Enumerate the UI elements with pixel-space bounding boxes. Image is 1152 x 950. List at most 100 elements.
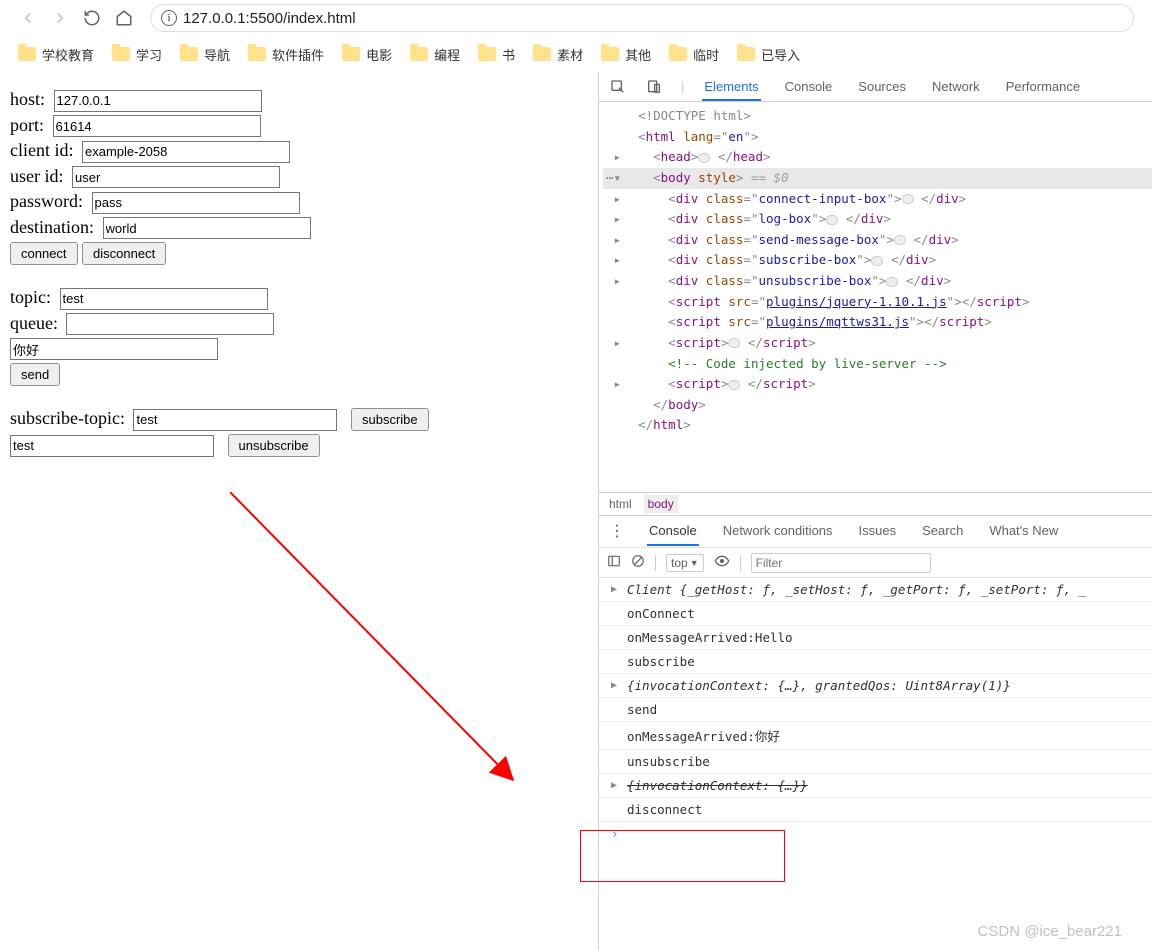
console-row[interactable]: subscribe	[599, 650, 1152, 674]
drawer-tab[interactable]: Issues	[857, 517, 899, 546]
devtools-tab[interactable]: Network	[930, 73, 982, 101]
console-row[interactable]: ▶{invocationContext: {…}}	[599, 774, 1152, 798]
folder-icon	[669, 47, 687, 61]
connect-button[interactable]: connect	[10, 242, 78, 265]
bookmark-label: 临时	[693, 45, 719, 64]
unsubscribe-button[interactable]: unsubscribe	[228, 434, 320, 457]
console-sidebar-toggle-icon[interactable]	[607, 554, 621, 571]
bookmark-label: 导航	[204, 45, 230, 64]
console-output[interactable]: ▶Client {_getHost: ƒ, _setHost: ƒ, _getP…	[599, 578, 1152, 950]
live-expression-icon[interactable]	[714, 553, 730, 572]
port-label: port:	[10, 115, 44, 135]
password-label: password:	[10, 191, 83, 211]
devtools-tabs: | ElementsConsoleSourcesNetworkPerforman…	[599, 72, 1152, 102]
topic-label: topic:	[10, 287, 51, 307]
bookmark-item[interactable]: 学校教育	[18, 45, 94, 64]
site-info-icon[interactable]: i	[161, 10, 177, 26]
userid-label: user id:	[10, 166, 64, 186]
topic-input[interactable]	[60, 288, 268, 310]
bookmark-label: 编程	[434, 45, 460, 64]
console-controls: top ▼	[599, 548, 1152, 578]
clientid-label: client id:	[10, 140, 73, 160]
bookmark-item[interactable]: 已导入	[737, 45, 800, 64]
console-row[interactable]: onMessageArrived:Hello	[599, 626, 1152, 650]
host-input[interactable]	[54, 90, 262, 112]
clear-console-icon[interactable]	[631, 554, 645, 571]
back-button[interactable]	[18, 8, 38, 28]
userid-input[interactable]	[72, 166, 280, 188]
bookmark-item[interactable]: 编程	[410, 45, 460, 64]
context-dropdown[interactable]: top ▼	[666, 554, 704, 572]
forward-button[interactable]	[50, 8, 70, 28]
devtools-tab[interactable]: Performance	[1004, 73, 1082, 101]
elements-panel[interactable]: <!DOCTYPE html> <html lang="en">▸ <head>…	[599, 102, 1152, 492]
devtools: | ElementsConsoleSourcesNetworkPerforman…	[598, 72, 1152, 950]
breadcrumb[interactable]: html body	[599, 492, 1152, 516]
folder-icon	[410, 47, 428, 61]
disconnect-button[interactable]: disconnect	[82, 242, 166, 265]
inspect-icon[interactable]	[609, 78, 627, 96]
bookmark-label: 电影	[366, 45, 392, 64]
bookmark-label: 书	[502, 45, 515, 64]
bookmarks-bar: 学校教育 学习 导航软件插件 电影 编程 书 素材其他 临时 已导入	[0, 36, 1152, 72]
destination-label: destination:	[10, 217, 94, 237]
password-input[interactable]	[92, 192, 300, 214]
device-toggle-icon[interactable]	[645, 78, 663, 96]
host-label: host:	[10, 89, 45, 109]
crumb-item[interactable]: html	[609, 497, 632, 511]
bookmark-item[interactable]: 书	[478, 45, 515, 64]
drawer-tab[interactable]: Network conditions	[721, 517, 835, 546]
console-row[interactable]: unsubscribe	[599, 750, 1152, 774]
bookmark-item[interactable]: 临时	[669, 45, 719, 64]
subtopic-input[interactable]	[133, 409, 337, 431]
annotation-arrow	[230, 492, 590, 792]
folder-icon	[112, 47, 130, 61]
console-row[interactable]: disconnect	[599, 798, 1152, 822]
folder-icon	[737, 47, 755, 61]
url-text: 127.0.0.1:5500/index.html	[183, 10, 1123, 27]
bookmark-item[interactable]: 电影	[342, 45, 392, 64]
address-bar[interactable]: i 127.0.0.1:5500/index.html	[150, 4, 1134, 32]
folder-icon	[533, 47, 551, 61]
bookmark-label: 学习	[136, 45, 162, 64]
queue-input[interactable]	[66, 313, 274, 335]
console-prompt[interactable]: ›	[599, 822, 1152, 845]
port-input[interactable]	[53, 115, 261, 137]
reload-button[interactable]	[82, 8, 102, 28]
bookmark-label: 学校教育	[42, 45, 94, 64]
devtools-tab[interactable]: Console	[783, 73, 835, 101]
crumb-item[interactable]: body	[644, 495, 678, 513]
devtools-tab[interactable]: Elements	[702, 73, 760, 101]
bookmark-item[interactable]: 导航	[180, 45, 230, 64]
console-row[interactable]: onConnect	[599, 602, 1152, 626]
send-button[interactable]: send	[10, 363, 60, 386]
browser-toolbar: i 127.0.0.1:5500/index.html	[0, 0, 1152, 36]
destination-input[interactable]	[103, 217, 311, 239]
bookmark-label: 已导入	[761, 45, 800, 64]
devtools-tab[interactable]: Sources	[856, 73, 908, 101]
folder-icon	[478, 47, 496, 61]
drawer-tab[interactable]: Search	[920, 517, 965, 546]
unsubtopic-input[interactable]	[10, 435, 214, 457]
console-row[interactable]: ▶{invocationContext: {…}, grantedQos: Ui…	[599, 674, 1152, 698]
message-input[interactable]	[10, 338, 218, 360]
watermark: CSDN @ice_bear221	[978, 923, 1122, 940]
drawer-tab[interactable]: Console	[647, 517, 699, 546]
console-row[interactable]: send	[599, 698, 1152, 722]
console-row[interactable]: ▶Client {_getHost: ƒ, _setHost: ƒ, _getP…	[599, 578, 1152, 602]
page-body: host: port: client id: user id: password…	[0, 72, 598, 950]
home-button[interactable]	[114, 8, 134, 28]
bookmark-label: 素材	[557, 45, 583, 64]
console-row[interactable]: onMessageArrived:你好	[599, 722, 1152, 750]
bookmark-item[interactable]: 素材	[533, 45, 583, 64]
bookmark-item[interactable]: 其他	[601, 45, 651, 64]
subscribe-button[interactable]: subscribe	[351, 408, 429, 431]
bookmark-item[interactable]: 软件插件	[248, 45, 324, 64]
folder-icon	[18, 47, 36, 61]
bookmark-item[interactable]: 学习	[112, 45, 162, 64]
folder-icon	[248, 47, 266, 61]
clientid-input[interactable]	[82, 141, 290, 163]
drawer-tab[interactable]: What's New	[987, 517, 1060, 546]
console-filter-input[interactable]	[751, 553, 931, 573]
folder-icon	[601, 47, 619, 61]
